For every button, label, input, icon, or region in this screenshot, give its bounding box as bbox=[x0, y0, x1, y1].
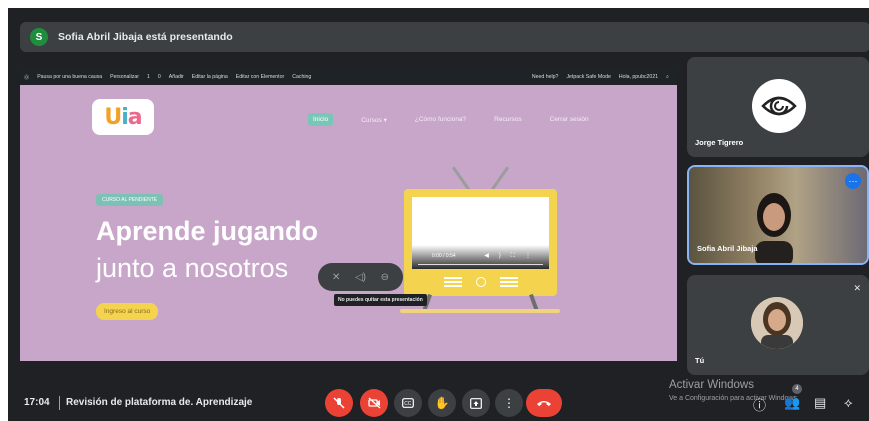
video-time: 0:00 / 0:54 bbox=[432, 253, 456, 259]
pin-off-icon[interactable]: ✕ bbox=[327, 268, 345, 286]
video-controls: 0:00 / 0:54 ◀)⛶⋮ bbox=[412, 245, 549, 269]
mic-off-icon: ✕ bbox=[853, 283, 861, 293]
nav-como-funciona[interactable]: ¿Cómo funciona? bbox=[415, 116, 466, 123]
wp-item-pausa[interactable]: Pausa por una buena causa bbox=[37, 74, 102, 80]
chat-button[interactable]: ▤ bbox=[814, 395, 826, 411]
activities-icon: ⟡ bbox=[844, 395, 853, 410]
more-options-icon[interactable]: ⋯ bbox=[845, 173, 861, 189]
wp-admin-bar: ⓪ Pausa por una buena causa Personalizar… bbox=[20, 69, 677, 85]
participant-figure bbox=[755, 193, 793, 263]
shared-screen: ⓪ Pausa por una buena causa Personalizar… bbox=[20, 69, 677, 361]
activities-button[interactable]: ⟡ bbox=[844, 395, 853, 411]
presentation-controls: ✕ ◁) ⊖ bbox=[318, 263, 403, 291]
tv-illustration: 0:00 / 0:54 ◀)⛶⋮ bbox=[404, 189, 557, 296]
wp-item-personalizar[interactable]: Personalizar bbox=[110, 74, 139, 80]
present-screen-icon bbox=[470, 397, 482, 409]
wp-item-elementor[interactable]: Editar con Elementor bbox=[236, 74, 284, 80]
presenter-avatar: S bbox=[30, 28, 48, 46]
logo-letter-u: U bbox=[104, 104, 122, 130]
meet-window: S Sofia Abril Jibaja está presentando ⓪ … bbox=[8, 8, 869, 421]
wp-item-anadir[interactable]: Añadir bbox=[169, 74, 184, 80]
search-icon[interactable]: ⌕ bbox=[666, 74, 669, 81]
nav-cerrar-sesion[interactable]: Cerrar sesión bbox=[550, 116, 589, 123]
more-vert-icon: ⋮ bbox=[503, 396, 515, 410]
info-button[interactable]: ⓘ bbox=[753, 395, 766, 414]
hang-up-icon bbox=[537, 401, 551, 406]
captions-icon: CC bbox=[402, 398, 414, 408]
nav-cursos[interactable]: Cursos ▾ bbox=[361, 116, 387, 124]
captions-button[interactable]: CC bbox=[394, 389, 422, 417]
windows-activation-title: Activar Windows bbox=[669, 379, 754, 391]
site-nav: Inicio Cursos ▾ ¿Cómo funciona? Recursos… bbox=[308, 113, 617, 126]
camera-off-button[interactable] bbox=[360, 389, 388, 417]
mic-off-button[interactable] bbox=[325, 389, 353, 417]
hero-heading-1: Aprende jugando bbox=[96, 216, 318, 246]
nav-inicio[interactable]: Inicio bbox=[308, 113, 334, 126]
volume-icon[interactable]: ◁) bbox=[351, 268, 369, 286]
wp-item-user[interactable]: Hola, ppubc2021 bbox=[619, 74, 658, 81]
people-icon: 👥 bbox=[784, 395, 801, 410]
eye-logo-icon bbox=[761, 96, 797, 116]
participant-name: Jorge Tigrero bbox=[695, 138, 744, 147]
more-options-button[interactable]: ⋮ bbox=[495, 389, 523, 417]
participant-tile-sofia[interactable]: ⋯ Sofia Abril Jibaja bbox=[687, 165, 869, 265]
tv-knob bbox=[476, 277, 486, 287]
camera-off-icon bbox=[367, 397, 380, 409]
hero-heading-2: junto a nosotros bbox=[96, 253, 289, 283]
remove-presentation-tooltip: No puedes quitar esta presentación bbox=[334, 294, 427, 306]
logo-letter-a: a bbox=[127, 104, 143, 130]
wp-item-help[interactable]: Need help? bbox=[532, 74, 559, 81]
site-logo[interactable]: U i a bbox=[92, 99, 154, 135]
video-control-icons[interactable]: ◀)⛶⋮ bbox=[484, 252, 541, 260]
divider bbox=[59, 396, 60, 410]
wp-item-updates[interactable]: 1 bbox=[147, 74, 150, 80]
windows-activation-subtitle: Ve a Configuración para activar Windows. bbox=[669, 395, 799, 402]
presenter-banner-text: Sofia Abril Jibaja está presentando bbox=[58, 31, 233, 43]
wp-item-editar[interactable]: Editar la página bbox=[192, 74, 228, 80]
clock: 17:04 bbox=[24, 397, 50, 408]
mic-off-icon bbox=[333, 397, 345, 409]
wp-item-caching[interactable]: Caching bbox=[292, 74, 311, 80]
leave-call-button[interactable] bbox=[526, 389, 562, 417]
self-avatar-image bbox=[751, 297, 803, 349]
nav-recursos[interactable]: Recursos bbox=[494, 116, 521, 123]
chat-icon: ▤ bbox=[814, 395, 827, 410]
participant-tile-jorge[interactable]: Jorge Tigrero bbox=[687, 57, 869, 157]
tv-floor bbox=[400, 309, 560, 313]
svg-text:CC: CC bbox=[404, 401, 412, 407]
participant-avatar-logo bbox=[752, 79, 806, 133]
participant-name: Sofia Abril Jibaja bbox=[697, 244, 758, 253]
more-options-icon[interactable]: ⊖ bbox=[376, 268, 394, 286]
people-button[interactable]: 👥 bbox=[784, 395, 800, 411]
video-player[interactable]: 0:00 / 0:54 ◀)⛶⋮ bbox=[412, 197, 549, 269]
hand-icon: ✋ bbox=[434, 396, 450, 410]
presenter-banner: S Sofia Abril Jibaja está presentando bbox=[20, 22, 869, 52]
ingreso-button[interactable]: Ingreso al curso bbox=[96, 303, 159, 320]
raise-hand-button[interactable]: ✋ bbox=[428, 389, 456, 417]
participant-tile-self[interactable]: ✕ Tú bbox=[687, 275, 869, 375]
self-avatar bbox=[751, 297, 803, 349]
meeting-title: Revisión de plataforma de. Aprendizaje bbox=[66, 397, 253, 408]
tv-grill-left bbox=[444, 281, 462, 283]
people-count-badge: 4 bbox=[792, 384, 802, 394]
tv-grill-right bbox=[500, 281, 518, 283]
present-button[interactable] bbox=[462, 389, 490, 417]
wordpress-icon[interactable]: ⓪ bbox=[24, 74, 29, 81]
video-progress[interactable] bbox=[418, 264, 543, 265]
wp-item-comments[interactable]: 0 bbox=[158, 74, 161, 80]
info-icon: ⓘ bbox=[753, 398, 767, 413]
participant-name: Tú bbox=[695, 356, 705, 365]
course-chip: CURSO AL PENDIENTE bbox=[96, 194, 164, 206]
tv-grill bbox=[444, 275, 518, 289]
wp-item-jetpack[interactable]: Jetpack Safe Mode bbox=[566, 74, 610, 81]
